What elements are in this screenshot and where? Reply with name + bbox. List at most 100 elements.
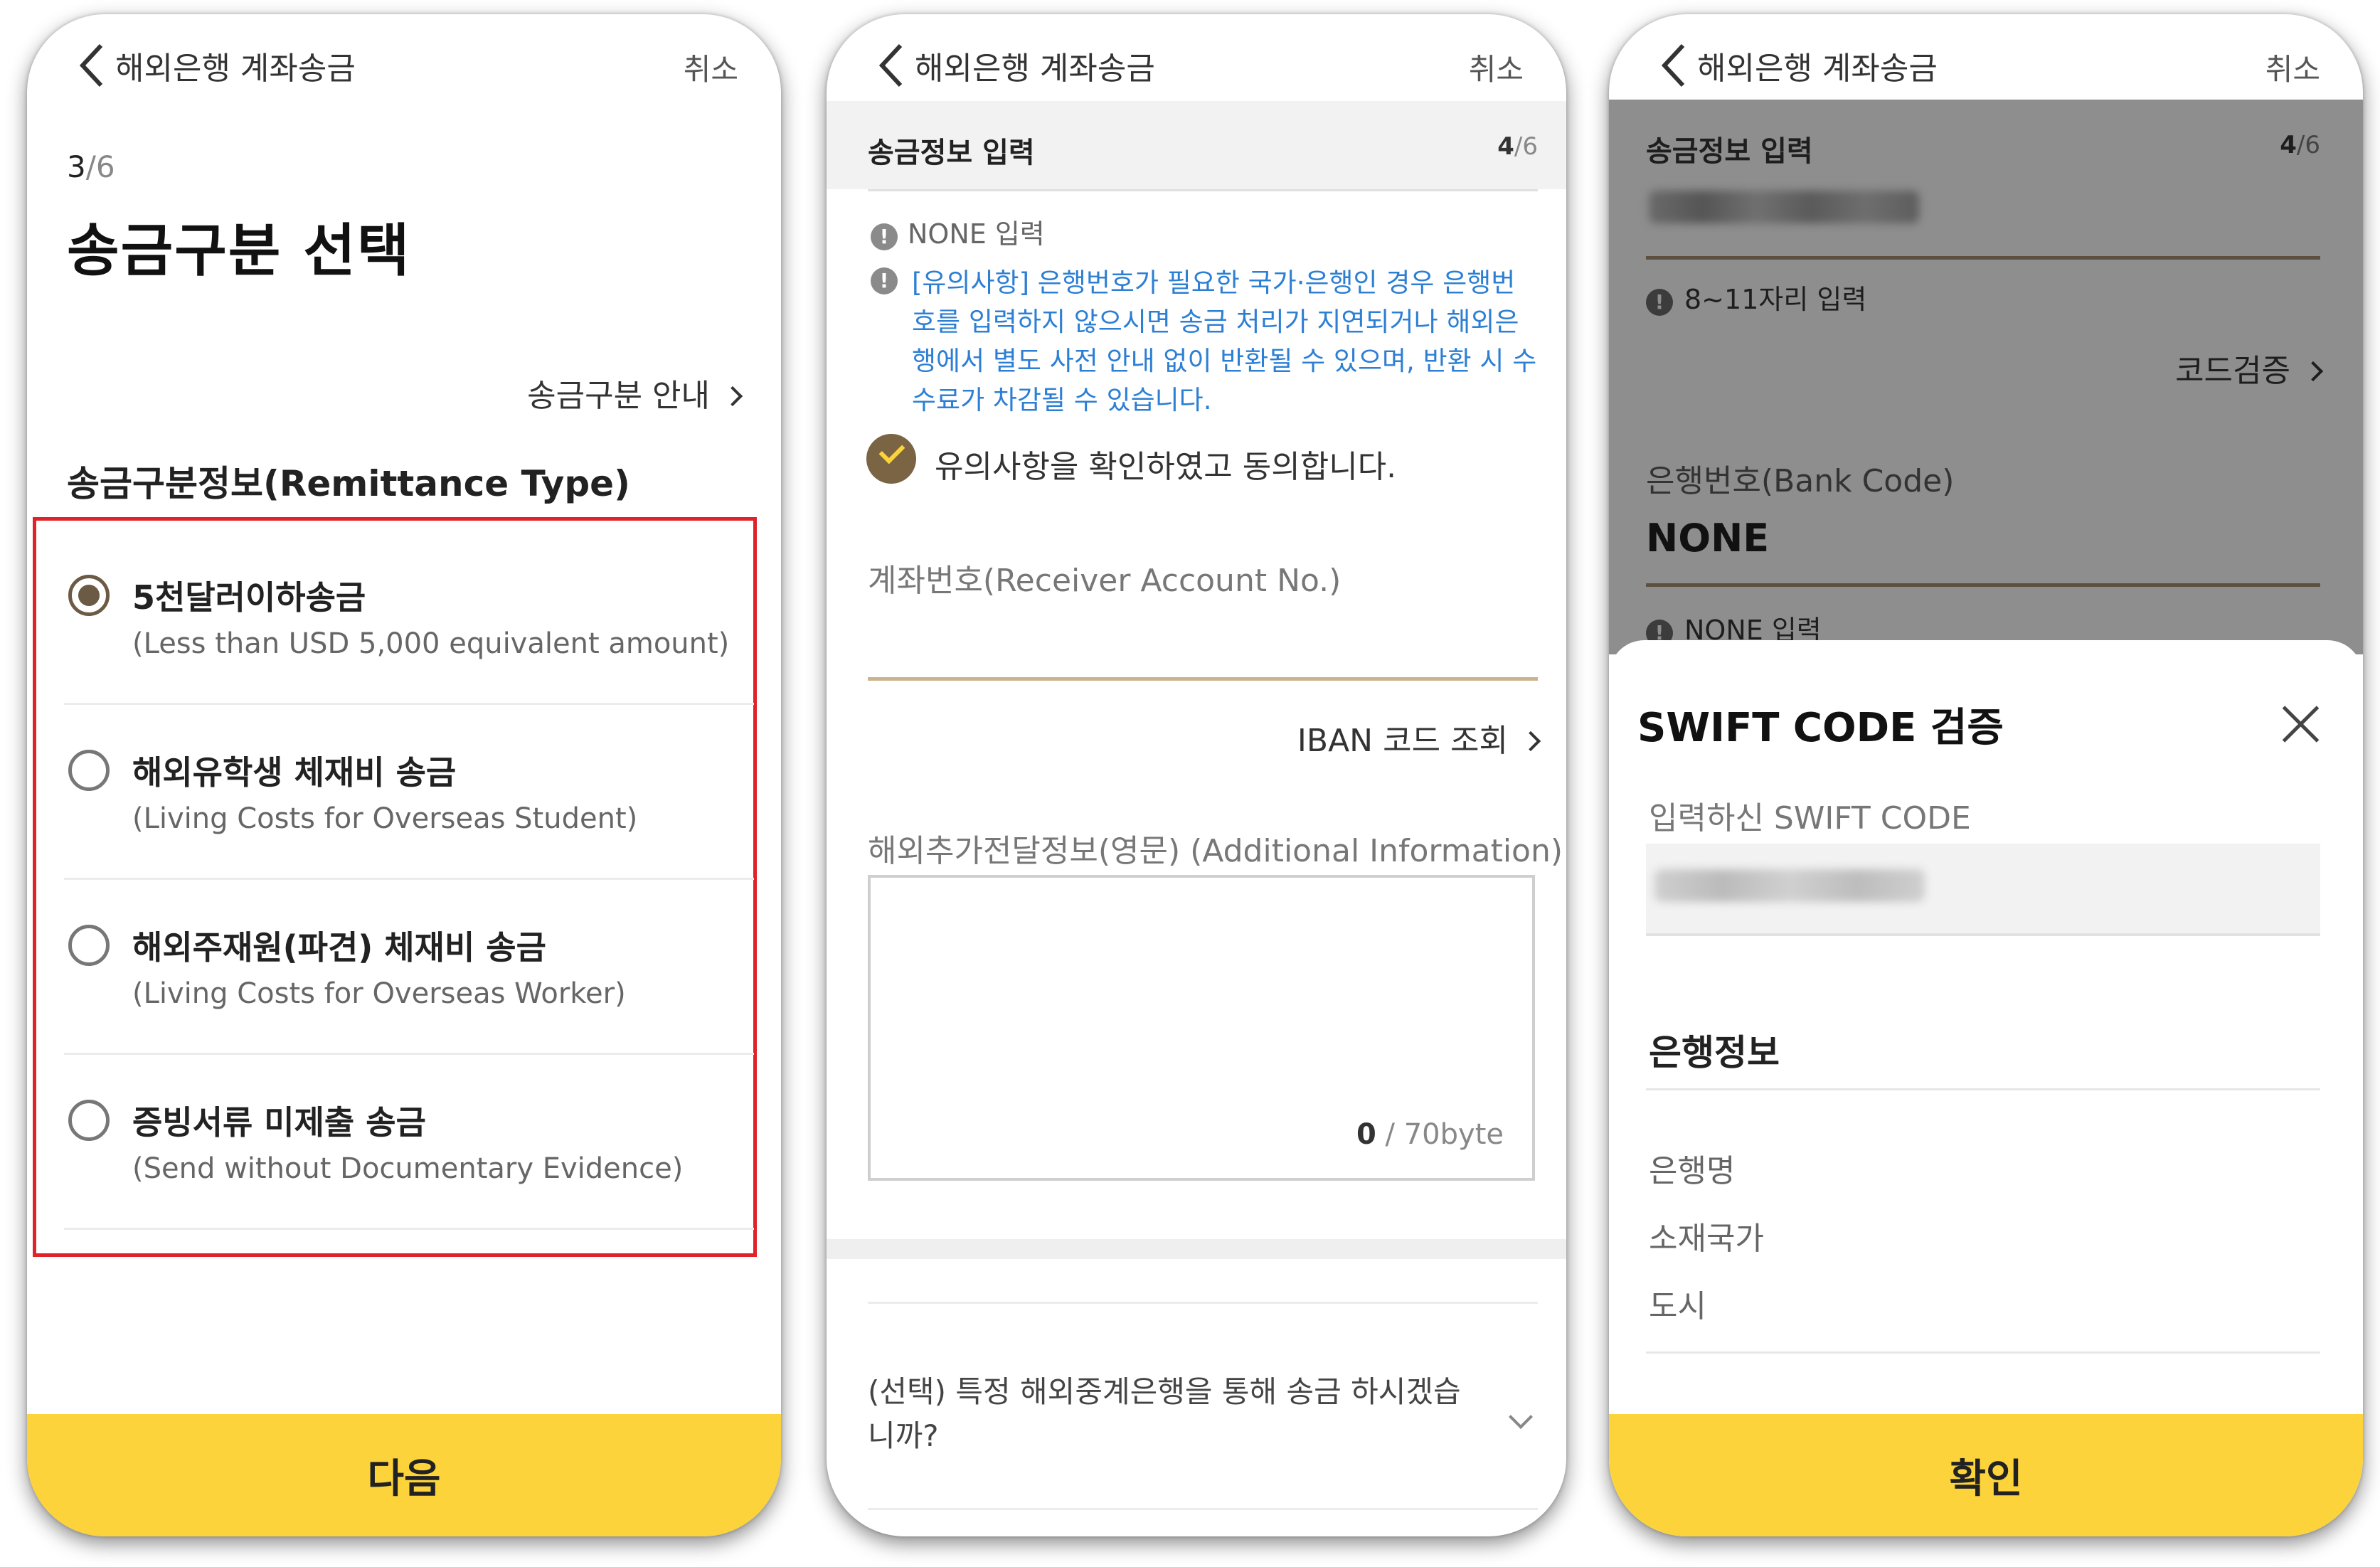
option-sublabel: (Less than USD 5,000 equivalent amount)	[132, 627, 730, 660]
guide-link-label: 송금구분 안내	[527, 378, 710, 414]
step-separator: /	[85, 149, 96, 184]
note-text: NONE 입력	[908, 218, 1045, 250]
cancel-button[interactable]: 취소	[684, 46, 738, 89]
divider	[868, 189, 1538, 191]
header-title: 해외은행 계좌송금	[915, 51, 1155, 87]
chevron-right-icon	[2302, 361, 2324, 382]
step-total: 6	[1522, 132, 1538, 161]
step-indicator: 4/6	[2280, 131, 2320, 159]
dimmed-background: 송금정보 입력 4/6 ! 8~11자리 입력 코드검증 은행번호(Bank Co…	[1609, 100, 2363, 654]
back-arrow-icon[interactable]	[1654, 37, 1697, 94]
input-underline	[1646, 256, 2320, 260]
step-total: 6	[95, 149, 115, 184]
divider	[1646, 1351, 2320, 1354]
option-label: 해외유학생 체재비 송금	[132, 753, 457, 792]
option-sublabel: (Living Costs for Overseas Worker)	[132, 977, 626, 1010]
code-check-link[interactable]: 코드검증	[2175, 345, 2324, 391]
page-title: 송금구분 선택	[67, 218, 411, 284]
radio-unselected-icon[interactable]	[68, 1100, 110, 1141]
checkmark-icon[interactable]	[866, 434, 916, 484]
iban-lookup-link[interactable]: IBAN 코드 조회	[1297, 715, 1541, 760]
swift-code-value-blurred	[1654, 869, 1925, 902]
account-number-input[interactable]	[868, 605, 1538, 676]
remittance-option[interactable]: 해외유학생 체재비 송금 (Living Costs for Overseas …	[64, 703, 754, 880]
back-arrow-icon[interactable]	[872, 37, 915, 94]
code-check-label: 코드검증	[2175, 353, 2290, 389]
remittance-option[interactable]: 해외주재원(파견) 체재비 송금 (Living Costs for Overs…	[64, 878, 754, 1055]
back-arrow-icon[interactable]	[73, 37, 115, 94]
step-indicator: 3/6	[67, 149, 115, 184]
bank-code-value[interactable]: NONE	[1646, 516, 1769, 561]
screen-remittance-info: 해외은행 계좌송금 취소 송금정보 입력 4/6 ! NONE 입력 ! [유의사…	[827, 14, 1566, 1536]
step-indicator: 4/6	[1497, 132, 1538, 161]
option-label: 해외주재원(파견) 체재비 송금	[132, 928, 546, 967]
step-current: 4	[2280, 131, 2297, 159]
intermediary-bank-question[interactable]: (선택) 특정 해외중계은행을 통해 송금 하시겠습니까?	[868, 1370, 1465, 1458]
close-icon[interactable]	[2280, 704, 2320, 744]
header: 해외은행 계좌송금 취소	[827, 14, 1566, 100]
cancel-button[interactable]: 취소	[2265, 46, 2320, 89]
option-label: 5천달러이하송금	[132, 578, 366, 617]
screen-remittance-type: 해외은행 계좌송금 취소 3/6 송금구분 선택 송금구분 안내 송금구분정보(…	[27, 14, 781, 1536]
option-sublabel: (Living Costs for Overseas Student)	[132, 802, 638, 835]
chevron-right-icon	[1520, 731, 1541, 752]
additional-info-label: 해외추가전달정보(영문) (Additional Information)	[868, 833, 1563, 869]
header: 해외은행 계좌송금 취소	[27, 14, 781, 100]
section-title: 송금구분정보(Remittance Type)	[67, 463, 630, 504]
bank-name-label: 은행명	[1649, 1153, 1736, 1189]
divider	[868, 1302, 1538, 1304]
account-number-label: 계좌번호(Receiver Account No.)	[868, 563, 1342, 599]
bank-code-label: 은행번호(Bank Code)	[1646, 463, 1955, 499]
agree-label: 유의사항을 확인하였고 동의합니다.	[935, 449, 1397, 485]
swift-code-value-blurred	[1649, 191, 1919, 223]
warning-text: [유의사항] 은행번호가 필요한 국가·은행인 경우 은행번호를 입력하지 않으…	[912, 267, 1537, 415]
swift-length-note: ! 8~11자리 입력	[1646, 277, 1866, 317]
chevron-down-icon[interactable]	[1509, 1405, 1533, 1429]
step-total: 6	[2305, 131, 2320, 159]
divider	[1646, 1088, 2320, 1090]
remittance-guide-link[interactable]: 송금구분 안내	[527, 370, 743, 415]
city-label: 도시	[1649, 1288, 1706, 1324]
confirm-button[interactable]: 확인	[1609, 1414, 2363, 1536]
radio-selected-icon[interactable]	[68, 575, 110, 616]
radio-unselected-icon[interactable]	[68, 750, 110, 791]
option-sublabel: (Send without Documentary Evidence)	[132, 1152, 684, 1185]
remittance-option[interactable]: 5천달러이하송금 (Less than USD 5,000 equivalent…	[64, 528, 754, 705]
header-title: 해외은행 계좌송금	[1697, 51, 1938, 87]
note-text: 8~11자리 입력	[1684, 284, 1867, 315]
info-icon: !	[1646, 289, 1673, 316]
sheet-title: SWIFT CODE 검증	[1637, 705, 2004, 751]
step-current: 4	[1497, 132, 1514, 161]
entered-swift-field	[1646, 844, 2320, 936]
divider	[868, 1508, 1538, 1510]
cancel-button[interactable]: 취소	[1469, 46, 1524, 89]
next-button[interactable]: 다음	[27, 1414, 781, 1536]
country-label: 소재국가	[1649, 1221, 1764, 1257]
additional-info-textarea[interactable]: 0 / 70byte	[868, 875, 1535, 1181]
info-icon: !	[871, 223, 898, 250]
iban-link-label: IBAN 코드 조회	[1297, 723, 1508, 759]
section-bar: 송금정보 입력 4/6	[827, 101, 1566, 189]
option-label: 증빙서류 미제출 송금	[132, 1103, 426, 1142]
step-current: 3	[67, 149, 86, 184]
header-title: 해외은행 계좌송금	[115, 51, 356, 87]
step-separator: /	[1514, 132, 1523, 161]
section-title: 송금정보 입력	[1646, 135, 1813, 168]
step-separator: /	[2296, 131, 2305, 159]
chevron-right-icon	[722, 386, 743, 407]
input-underline	[1646, 583, 2320, 587]
info-icon: !	[871, 267, 898, 294]
none-input-note: ! NONE 입력	[871, 212, 1045, 251]
swift-verify-sheet: SWIFT CODE 검증 입력하신 SWIFT CODE 은행정보 은행명 소…	[1609, 640, 2363, 1536]
byte-limit: / 70byte	[1376, 1118, 1504, 1151]
remittance-option[interactable]: 증빙서류 미제출 송금 (Send without Documentary Ev…	[64, 1053, 754, 1230]
header: 해외은행 계좌송금 취소	[1609, 14, 2363, 100]
section-separator	[827, 1239, 1566, 1259]
entered-swift-label: 입력하신 SWIFT CODE	[1649, 800, 1971, 836]
screen-swift-verify: 해외은행 계좌송금 취소 송금정보 입력 4/6 ! 8~11자리 입력 코드검증…	[1609, 14, 2363, 1536]
byte-count: 0	[1356, 1118, 1376, 1151]
input-underline	[868, 677, 1538, 681]
radio-unselected-icon[interactable]	[68, 925, 110, 966]
section-title: 송금정보 입력	[868, 137, 1035, 169]
byte-counter: 0 / 70byte	[1356, 1118, 1504, 1151]
